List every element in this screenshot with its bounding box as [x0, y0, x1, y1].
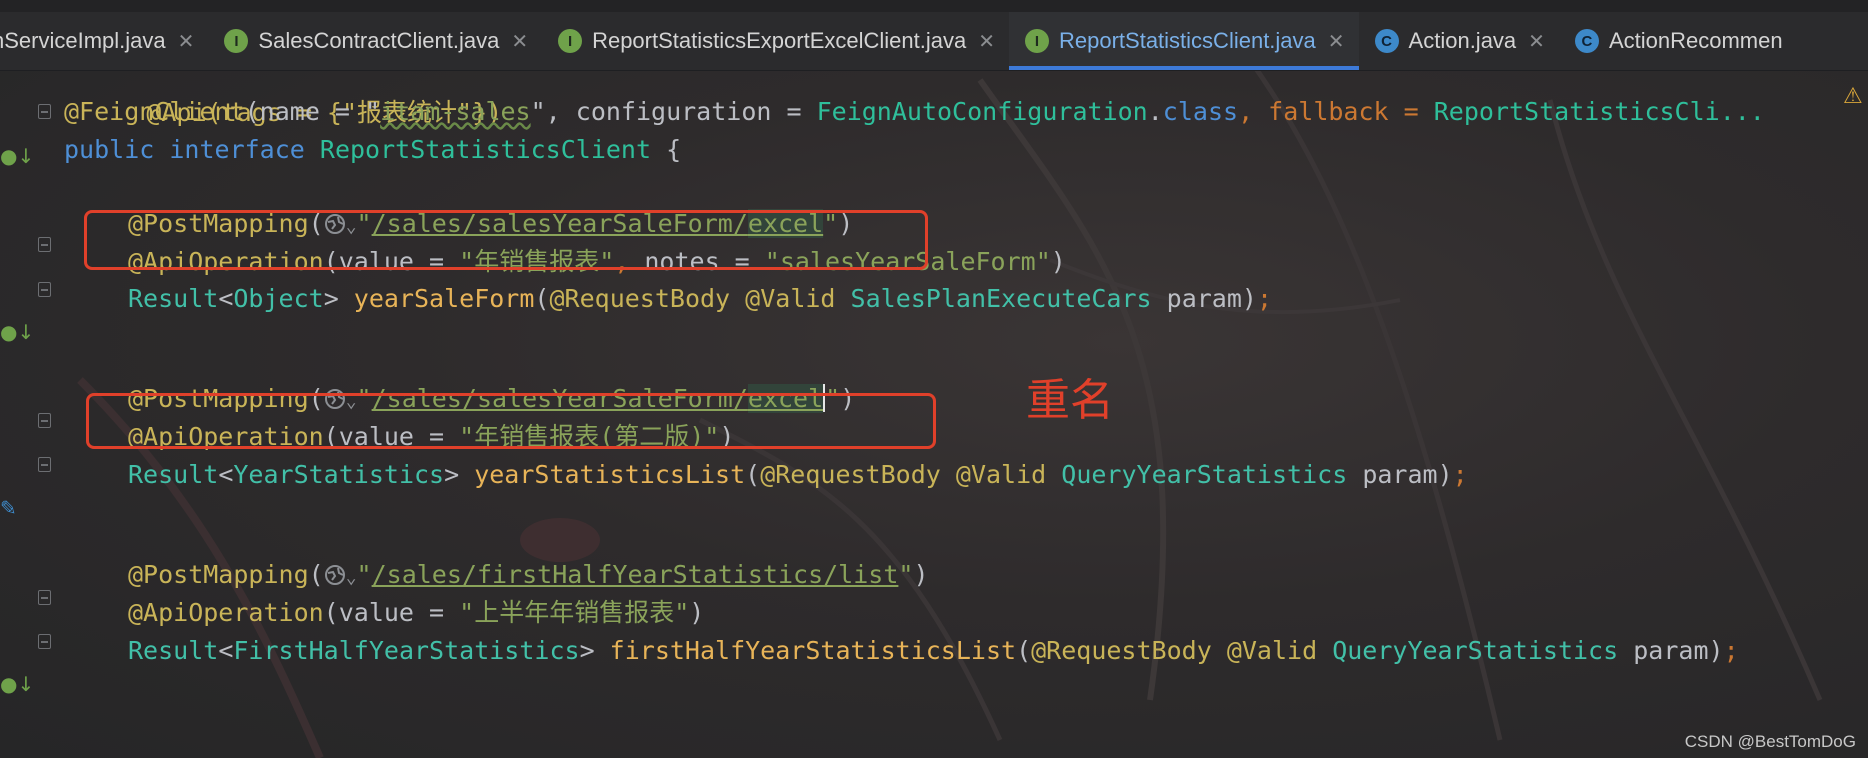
fold-marker[interactable]	[38, 104, 51, 119]
tab-report-statistics-client[interactable]: I ReportStatisticsClient.java ✕	[1009, 12, 1359, 70]
ide-window: nServiceImpl.java ✕ I SalesContractClien…	[0, 0, 1868, 758]
fold-marker[interactable]	[38, 413, 51, 428]
method-name-2: yearStatisticsList	[474, 460, 746, 489]
highlight-box-2	[86, 393, 936, 449]
fold-marker[interactable]	[38, 282, 51, 297]
implemented-icon[interactable]: ●↓	[0, 144, 34, 168]
close-icon[interactable]: ✕	[1528, 29, 1545, 54]
tab-label: nServiceImpl.java	[0, 28, 166, 53]
param-type-2: QueryYearStatistics	[1061, 460, 1348, 489]
fold-marker[interactable]	[38, 634, 51, 649]
param-name: param	[1166, 284, 1242, 313]
tab-action[interactable]: C Action.java ✕	[1359, 12, 1559, 70]
code-text: (name = "	[244, 97, 381, 126]
fold-marker[interactable]	[38, 590, 51, 605]
interface-icon: I	[1025, 29, 1049, 53]
globe-icon[interactable]	[324, 564, 346, 586]
duplicate-name-note: 重名	[1026, 375, 1114, 426]
fallback-class: ReportStatisticsCli...	[1433, 97, 1765, 126]
tab-report-statistics-export-excel-client[interactable]: I ReportStatisticsExportExcelClient.java…	[542, 12, 1009, 70]
warning-icon[interactable]: ⚠	[1843, 84, 1863, 109]
param-name: param	[1633, 636, 1709, 665]
service-name-string: itam-sales	[380, 97, 531, 126]
method-name-3: firstHalfYearStatisticsList	[609, 636, 1017, 665]
interface-icon: I	[558, 29, 583, 53]
code-line-interface-decl: public interface ReportStatisticsClient …	[64, 130, 681, 170]
edit-pencil-icon[interactable]: ✎	[0, 496, 17, 520]
param-type-3: QueryYearStatistics	[1332, 636, 1619, 665]
generic-type-2: YearStatistics	[233, 460, 445, 489]
close-icon[interactable]: ✕	[1328, 29, 1345, 54]
implemented-icon[interactable]: ●↓	[0, 320, 34, 344]
generic-type-1: Object	[233, 284, 324, 313]
request-body-annotation: @RequestBody	[1031, 636, 1212, 665]
result-type: Result	[128, 636, 219, 665]
watermark: CSDN @BestTomDoG	[1684, 732, 1856, 751]
tab-label: SalesContractClient.java	[258, 28, 500, 53]
code-line-method-3: Result<FirstHalfYearStatistics> firstHal…	[128, 636, 1739, 665]
close-icon[interactable]: ✕	[178, 29, 195, 54]
interface-keyword: interface	[169, 135, 305, 164]
api-operation-annotation: @ApiOperation	[128, 598, 324, 627]
class-keyword: class	[1162, 97, 1239, 126]
request-body-annotation: @RequestBody	[549, 284, 731, 313]
implemented-icon[interactable]: ●↓	[0, 672, 34, 696]
code-text: , fallback =	[1238, 97, 1434, 126]
code-line-api-operation-3: @ApiOperation(value = "上半年年销售报表")	[128, 598, 705, 627]
fold-marker[interactable]	[38, 237, 51, 252]
close-icon[interactable]: ✕	[511, 29, 528, 54]
title-strip	[0, 0, 1868, 12]
code-text: ", configuration =	[530, 97, 817, 126]
interface-icon: I	[224, 29, 249, 53]
tab-action-recommen[interactable]: C ActionRecommen	[1559, 12, 1797, 70]
interface-name: ReportStatisticsClient	[319, 135, 652, 164]
url-path-3[interactable]: /sales/firstHalfYearStatistics/list	[372, 560, 899, 589]
class-icon: C	[1574, 29, 1599, 53]
public-keyword: public	[64, 135, 155, 164]
valid-annotation: @Valid	[1226, 636, 1318, 665]
code-line-method-2: Result<YearStatistics> yearStatisticsLis…	[128, 460, 1468, 489]
feign-client-annotation: @FeignClient	[64, 97, 245, 126]
code-line-api: @Api(tags = {"报表统计"})	[56, 53, 502, 127]
param-type-1: SalesPlanExecuteCars	[850, 284, 1152, 313]
tab-label: Action.java	[1408, 28, 1517, 53]
operation-value-3: "上半年年销售报表"	[459, 598, 690, 627]
valid-annotation: @Valid	[955, 460, 1047, 489]
close-icon[interactable]: ✕	[978, 29, 995, 54]
tab-label: ReportStatisticsExportExcelClient.java	[592, 28, 967, 53]
code-line-method-1: Result<Object> yearSaleForm(@RequestBody…	[128, 284, 1273, 313]
param-name: param	[1362, 460, 1438, 489]
config-class: FeignAutoConfiguration	[816, 97, 1148, 126]
code-text: {	[651, 135, 682, 164]
tab-label: ReportStatisticsClient.java	[1059, 28, 1316, 53]
code-text: .	[1147, 97, 1163, 126]
tab-label: ActionRecommen	[1608, 28, 1783, 53]
result-type: Result	[128, 284, 219, 313]
highlight-box-1	[84, 210, 928, 270]
code-line-feign-client: @FeignClient(name = "itam-sales", config…	[64, 92, 1765, 132]
method-name-1: yearSaleForm	[353, 284, 535, 313]
generic-type-3: FirstHalfYearStatistics	[233, 636, 580, 665]
code-line-post-mapping-3: @PostMapping(⌄"/sales/firstHalfYearStati…	[128, 560, 929, 589]
fold-marker[interactable]	[38, 457, 51, 472]
class-icon: C	[1374, 29, 1399, 53]
valid-annotation: @Valid	[745, 284, 836, 313]
chevron-down-icon[interactable]: ⌄	[346, 567, 357, 588]
result-type: Result	[128, 460, 219, 489]
request-body-annotation: @RequestBody	[760, 460, 941, 489]
post-mapping-annotation: @PostMapping	[128, 560, 309, 589]
